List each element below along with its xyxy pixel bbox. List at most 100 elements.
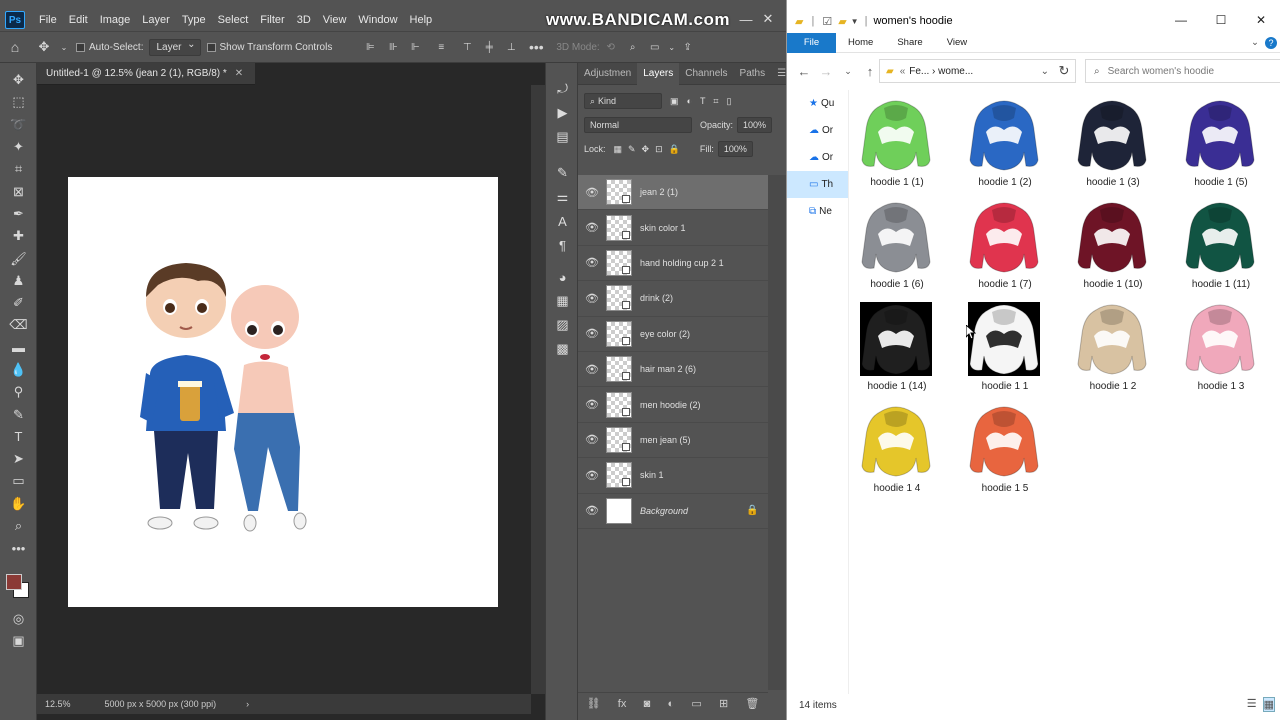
tab-share[interactable]: Share xyxy=(885,37,934,48)
file-item[interactable]: hoodie 1 (3) xyxy=(1065,96,1173,196)
quick-mask-icon[interactable]: ◎ xyxy=(0,608,37,630)
align-middle-icon[interactable]: ╪ xyxy=(478,42,500,53)
layer-row[interactable]: 👁 eye color (2) xyxy=(578,317,768,352)
layers-scrollbar[interactable] xyxy=(768,175,786,690)
search-box[interactable]: ⌕ Search women's hoodie xyxy=(1085,59,1280,83)
status-chevron-icon[interactable]: › xyxy=(246,699,249,709)
tab-view[interactable]: View xyxy=(935,37,979,48)
eyedropper-tool-icon[interactable]: ✒ xyxy=(0,203,37,225)
opacity-field[interactable]: 100% xyxy=(737,117,773,133)
align-center-icon[interactable]: ⊪ xyxy=(382,42,404,53)
gradients-icon[interactable]: ▨ xyxy=(546,313,579,337)
character-icon[interactable]: A xyxy=(546,209,579,233)
share-icon[interactable]: ⇪ xyxy=(678,42,698,53)
file-item[interactable]: hoodie 1 (7) xyxy=(957,198,1065,298)
marquee-tool-icon[interactable]: ⬚ xyxy=(0,91,37,113)
menu-layer[interactable]: Layer xyxy=(136,14,176,26)
healing-tool-icon[interactable]: ✚ xyxy=(0,225,37,247)
brush-settings-icon[interactable]: ✎ xyxy=(546,161,579,185)
lock-options-icons[interactable]: ▦✎✥⊡🔒 xyxy=(614,144,686,155)
tab-home[interactable]: Home xyxy=(836,37,885,48)
distribute-icon[interactable]: ≡ xyxy=(426,42,456,53)
menu-type[interactable]: Type xyxy=(176,14,212,26)
adjust-sliders-icon[interactable]: ⚌ xyxy=(546,185,579,209)
menu-view[interactable]: View xyxy=(317,14,353,26)
menu-help[interactable]: Help xyxy=(404,14,439,26)
layer-row[interactable]: 👁 Background 🔒 xyxy=(578,494,768,529)
lasso-tool-icon[interactable]: ➰ xyxy=(0,114,37,136)
paragraph-icon[interactable]: ¶ xyxy=(546,233,579,257)
file-item[interactable]: hoodie 1 (11) xyxy=(1173,198,1280,298)
quick-select-tool-icon[interactable]: ✦ xyxy=(0,136,37,158)
up-arrow-icon[interactable]: ↑ xyxy=(859,64,881,79)
menu-select[interactable]: Select xyxy=(212,14,255,26)
zoom-tool-icon[interactable]: ⌕ xyxy=(0,515,37,537)
blur-tool-icon[interactable]: 💧 xyxy=(0,359,37,381)
layer-row[interactable]: 👁 men jean (5) xyxy=(578,423,768,459)
actions-play-icon[interactable]: ▶ xyxy=(546,101,579,125)
patterns-icon[interactable]: ▩ xyxy=(546,337,579,361)
menu-image[interactable]: Image xyxy=(94,14,137,26)
zoom-level[interactable]: 12.5% xyxy=(45,699,71,709)
document-tab[interactable]: Untitled-1 @ 12.5% (jean 2 (1), RGB/8) *… xyxy=(37,63,255,85)
menu-file[interactable]: File xyxy=(33,14,63,26)
file-item[interactable]: hoodie 1 3 xyxy=(1173,300,1280,400)
layer-row[interactable]: 👁 jean 2 (1) xyxy=(578,175,768,211)
path-select-icon[interactable]: ➤ xyxy=(0,448,37,470)
close-tab-icon[interactable]: ✕ xyxy=(235,68,243,79)
layer-row[interactable]: 👁 men hoodie (2) xyxy=(578,387,768,423)
file-item[interactable]: hoodie 1 (14) xyxy=(849,300,957,400)
kind-filter-dropdown[interactable]: ⌕ Kind xyxy=(584,93,662,109)
help-icon[interactable]: ? xyxy=(1265,36,1277,49)
crop-tool-icon[interactable]: ⌗ xyxy=(0,158,37,180)
visibility-eye-icon[interactable]: 👁 xyxy=(578,256,606,269)
rectangle-tool-icon[interactable]: ▭ xyxy=(0,470,37,492)
nav-item[interactable]: ☁ Or xyxy=(787,144,848,171)
new-group-icon[interactable]: ▭ xyxy=(691,697,701,710)
menu-edit[interactable]: Edit xyxy=(63,14,94,26)
lock-icon[interactable]: 🔒 xyxy=(746,505,768,516)
tab-file[interactable]: File xyxy=(787,32,836,53)
file-item[interactable]: hoodie 1 (10) xyxy=(1065,198,1173,298)
large-icons-view-icon[interactable]: ▦ xyxy=(1262,697,1275,712)
home-icon[interactable]: ⌂ xyxy=(0,39,30,55)
auto-select-checkbox[interactable] xyxy=(76,42,85,52)
align-left-icon[interactable]: ⊫ xyxy=(358,42,382,53)
link-layers-icon[interactable]: ⛓ xyxy=(587,697,601,710)
address-chevron-icon[interactable]: ⌄ xyxy=(1041,66,1049,77)
minimize-icon[interactable]: — xyxy=(735,9,757,29)
recent-chevron-icon[interactable]: ⌄ xyxy=(837,66,859,77)
tab-adjustments[interactable]: Adjustmen xyxy=(578,68,637,79)
color-palette-icon[interactable]: ◕ xyxy=(546,265,579,289)
workspace-icon[interactable]: ▭ xyxy=(644,42,666,53)
back-arrow-icon[interactable]: ← xyxy=(793,64,815,79)
canvas-scrollbar[interactable] xyxy=(531,85,545,694)
eraser-tool-icon[interactable]: ⌫ xyxy=(0,314,37,336)
screen-mode-icon[interactable]: ▣ xyxy=(0,630,37,652)
visibility-eye-icon[interactable]: 👁 xyxy=(578,363,606,376)
expand-ribbon-icon[interactable]: ⌄ xyxy=(1251,37,1259,48)
align-top-icon[interactable]: ⊤ xyxy=(456,42,478,53)
nav-item[interactable]: ☁ Or xyxy=(787,117,848,144)
type-tool-icon[interactable]: T xyxy=(0,426,37,448)
tab-channels[interactable]: Channels xyxy=(679,68,733,79)
visibility-eye-icon[interactable]: 👁 xyxy=(578,221,606,234)
layer-row[interactable]: 👁 drink (2) xyxy=(578,281,768,317)
align-right-icon[interactable]: ⊩ xyxy=(404,42,426,53)
visibility-eye-icon[interactable]: 👁 xyxy=(578,398,606,411)
pen-tool-icon[interactable]: ✎ xyxy=(0,403,37,425)
3d-orbit-icon[interactable]: ⟲ xyxy=(600,42,622,53)
new-folder-icon[interactable]: ▰ xyxy=(838,15,846,28)
close-icon[interactable]: ✕ xyxy=(757,9,779,29)
visibility-eye-icon[interactable]: 👁 xyxy=(578,292,606,305)
visibility-eye-icon[interactable]: 👁 xyxy=(578,504,606,517)
search-icon[interactable]: ⌕ xyxy=(622,42,644,53)
nav-item[interactable]: ▭ Th xyxy=(787,171,848,198)
properties-icon[interactable]: ▤ xyxy=(546,125,579,149)
more-options-icon[interactable]: ••• xyxy=(522,39,550,55)
address-bar[interactable]: ▰ « Fe... › wome... ⌄ xyxy=(879,59,1076,83)
menu-window[interactable]: Window xyxy=(352,14,403,26)
foreground-color-swatch[interactable] xyxy=(6,573,22,590)
layer-row[interactable]: 👁 hand holding cup 2 1 xyxy=(578,246,768,282)
menu-filter[interactable]: Filter xyxy=(254,14,290,26)
